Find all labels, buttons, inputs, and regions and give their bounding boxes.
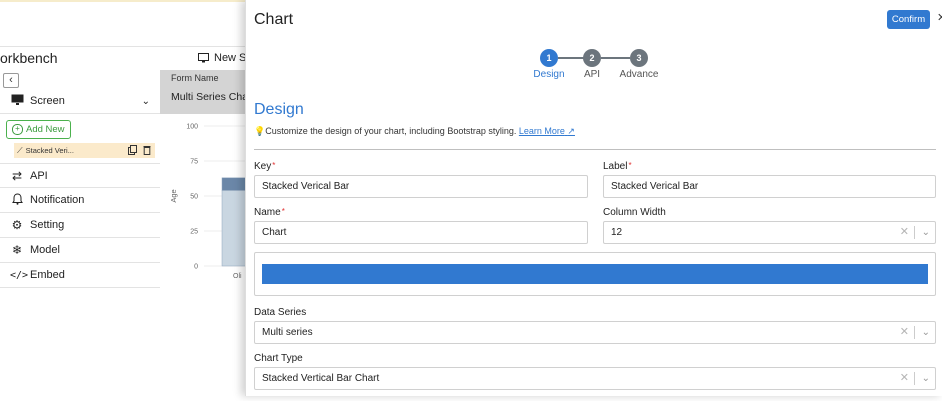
app-title: orkbench: [0, 50, 58, 66]
section-title: Design: [254, 101, 304, 118]
external-link-icon: ↗: [567, 126, 575, 136]
sidebar-item-label: Screen: [30, 95, 65, 107]
clear-icon[interactable]: ✕: [900, 368, 909, 389]
select-separator: [914, 326, 915, 339]
column-width-select[interactable]: 12 ✕ ⌄: [603, 221, 936, 244]
key-input[interactable]: Stacked Verical Bar: [254, 175, 588, 198]
snowflake-icon: ❄: [11, 243, 23, 257]
sidebar-item-embed[interactable]: </> Embed: [0, 263, 160, 288]
y-tick-label: 50: [190, 194, 198, 201]
chart-type-value: Stacked Vertical Bar Chart: [262, 373, 380, 384]
gear-icon: ⚙: [11, 218, 23, 232]
close-icon[interactable]: ✕: [937, 11, 942, 24]
y-tick-label: 25: [190, 229, 198, 236]
code-icon: </>: [10, 269, 29, 281]
select-separator: [914, 226, 915, 239]
chart-type-label: Chart Type: [254, 353, 303, 364]
section-divider: [254, 149, 936, 150]
copy-icon[interactable]: [128, 145, 137, 157]
sidebar-item-label: Model: [30, 244, 60, 256]
bar-segment: [221, 177, 253, 191]
clear-icon[interactable]: ✕: [900, 222, 909, 243]
color-picker-field[interactable]: [254, 252, 936, 296]
sidebar-item-model[interactable]: ❄ Model: [0, 238, 160, 263]
learn-more-link[interactable]: Learn More ↗: [519, 126, 575, 136]
sidebar-item-setting[interactable]: ⚙ Setting: [0, 213, 160, 238]
monitor-icon: [10, 94, 24, 108]
step-3-label[interactable]: Advance: [609, 69, 669, 80]
y-tick-label: 75: [190, 159, 198, 166]
data-series-value: Multi series: [262, 327, 313, 338]
y-axis-label: Age: [169, 189, 178, 202]
form-name-value[interactable]: Multi Series Char: [171, 91, 252, 103]
sidebar-item-api[interactable]: ⇄ API: [0, 163, 160, 188]
chevron-down-icon[interactable]: ⌄: [922, 222, 930, 243]
step-connector: [601, 57, 630, 59]
collapse-sidebar-button[interactable]: ‹: [3, 73, 19, 88]
clear-icon[interactable]: ✕: [900, 322, 909, 343]
sidebar-item-notification[interactable]: Notification: [0, 188, 160, 213]
step-2-badge[interactable]: 2: [583, 49, 601, 67]
sidebar: ‹ Screen ⌄ + Add New ⟋ Stacked Veri... ⇄…: [0, 70, 161, 396]
y-tick-label: 100: [186, 124, 198, 131]
column-width-value: 12: [611, 227, 623, 238]
add-new-label: Add New: [26, 124, 65, 135]
section-description: 💡Customize the design of your chart, inc…: [254, 126, 575, 136]
bar-segment: [221, 190, 253, 267]
sidebar-item-screen[interactable]: Screen ⌄: [0, 89, 160, 114]
sidebar-item-label: Setting: [30, 219, 65, 231]
panel-title: Chart: [254, 11, 294, 28]
chart-preview: 100 75 50 25 0 Oli Age: [160, 114, 253, 396]
screen-item-label: Stacked Veri...: [25, 146, 74, 155]
name-input[interactable]: Chart: [254, 221, 588, 244]
x-tick-label: Oli: [233, 273, 242, 280]
plus-circle-icon: +: [12, 124, 23, 135]
sidebar-item-label: API: [30, 169, 48, 182]
chevron-down-icon[interactable]: ⌄: [922, 322, 930, 343]
form-table-header: Form Name Multi Series Char: [160, 70, 252, 114]
chart-config-panel: Chart Confirm ✕ 1 2 3 Design API Advance…: [245, 0, 942, 396]
chart-line-icon: ⟋: [17, 145, 23, 155]
chevron-down-icon[interactable]: ⌄: [142, 96, 150, 107]
trash-icon[interactable]: [143, 145, 151, 157]
step-1-badge[interactable]: 1: [540, 49, 558, 67]
label-input[interactable]: Stacked Verical Bar: [603, 175, 936, 198]
lightbulb-icon: 💡: [254, 126, 266, 136]
color-swatch[interactable]: [262, 264, 928, 284]
bell-icon: [10, 192, 24, 208]
name-label: Name*: [254, 207, 285, 218]
swap-arrows-icon: ⇄: [11, 168, 23, 183]
chart-type-select[interactable]: Stacked Vertical Bar Chart ✕ ⌄: [254, 367, 936, 390]
stacked-bar-chart: 100 75 50 25 0 Oli Age: [169, 124, 253, 280]
key-label: Key*: [254, 161, 276, 172]
sidebar-item-label: Notification: [30, 194, 85, 206]
select-separator: [914, 372, 915, 385]
y-tick-label: 0: [194, 264, 198, 271]
step-3-badge[interactable]: 3: [630, 49, 648, 67]
screen-item-stacked-bar[interactable]: ⟋ Stacked Veri...: [14, 143, 155, 158]
new-screen-button[interactable]: New Sc: [198, 52, 252, 64]
form-canvas: Form Name Multi Series Char 100 75 50 25 0 O…: [160, 70, 253, 396]
confirm-button[interactable]: Confirm: [887, 10, 930, 29]
chevron-down-icon[interactable]: ⌄: [922, 368, 930, 389]
add-new-button[interactable]: + Add New: [6, 120, 71, 139]
step-connector: [558, 57, 584, 59]
data-series-label: Data Series: [254, 307, 307, 318]
data-series-select[interactable]: Multi series ✕ ⌄: [254, 321, 936, 344]
sidebar-item-label: Embed: [30, 269, 65, 281]
monitor-icon: [198, 53, 209, 63]
column-width-label: Column Width: [603, 207, 666, 218]
form-name-header: Form Name: [171, 73, 219, 83]
label-label: Label*: [603, 161, 632, 172]
